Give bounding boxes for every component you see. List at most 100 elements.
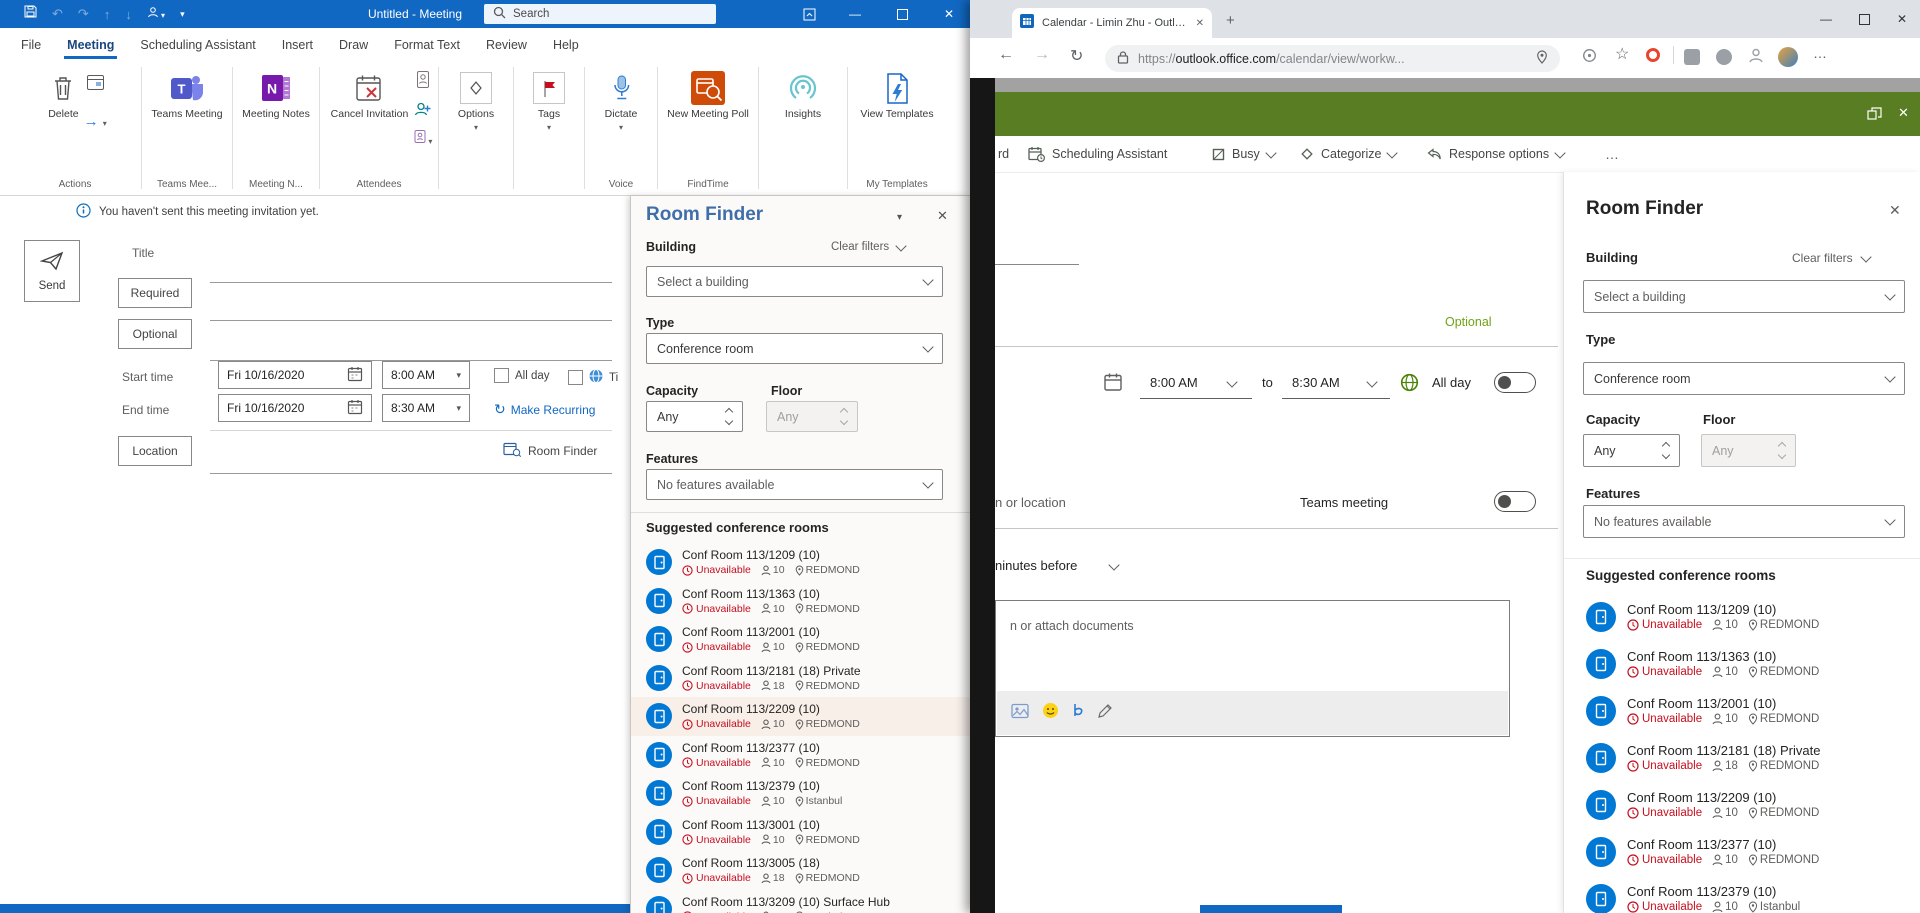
start-time-dropdown[interactable]: 8:00 AM ▾ xyxy=(382,361,470,389)
panel-close-icon[interactable]: ✕ xyxy=(937,208,948,224)
profile-extension-icon[interactable] xyxy=(1748,47,1764,69)
new-meeting-poll-button[interactable]: New Meeting Poll xyxy=(662,63,754,179)
browser-tab[interactable]: Calendar - Limin Zhu - Outlook ✕ xyxy=(1012,8,1212,38)
tab-scheduling-assistant[interactable]: Scheduling Assistant xyxy=(127,30,268,61)
room-list-item[interactable]: Conf Room 113/3209 (10) Surface Hub Unav… xyxy=(631,890,970,913)
add-contact-icon[interactable] xyxy=(414,101,431,122)
building-dropdown[interactable]: Select a building xyxy=(1583,280,1905,313)
reminder-dropdown-fragment[interactable]: ninutes before xyxy=(995,558,1077,573)
customize-qat-icon[interactable]: ▾ xyxy=(180,9,185,20)
clear-filters-button[interactable]: Clear filters xyxy=(1792,250,1872,265)
room-list-item[interactable]: Conf Room 113/2001 (10) Unavailable 10 R… xyxy=(1564,687,1920,734)
room-finder-toggle-button[interactable]: Room Finder xyxy=(503,441,597,461)
room-list-item[interactable]: Conf Room 113/2181 (18) Private Unavaila… xyxy=(631,659,970,698)
room-list-item[interactable]: Conf Room 113/3001 (10) Unavailable 10 R… xyxy=(631,813,970,852)
browser-close-button[interactable]: ✕ xyxy=(1892,4,1912,34)
tab-draw[interactable]: Draw xyxy=(326,30,381,61)
up-arrow-icon[interactable]: ↑ xyxy=(104,7,111,22)
contact-icon[interactable]: ▾ xyxy=(147,5,165,23)
favorites-star-icon[interactable]: ☆ xyxy=(1615,44,1629,64)
calendar-small-icon[interactable] xyxy=(86,73,105,97)
chevron-down-icon[interactable] xyxy=(1108,559,1120,571)
room-list-item[interactable]: Conf Room 113/2379 (10) Unavailable 10 I… xyxy=(631,774,970,813)
forward-icon[interactable]: → ▾ xyxy=(84,113,107,130)
site-info-icon[interactable] xyxy=(1582,48,1597,68)
search-input[interactable]: Search xyxy=(484,4,716,24)
tab-help[interactable]: Help xyxy=(540,30,592,61)
new-tab-button[interactable]: + xyxy=(1226,12,1235,29)
red-extension-icon[interactable] xyxy=(1646,48,1660,62)
close-event-icon[interactable]: ✕ xyxy=(1898,105,1909,121)
all-day-checkbox[interactable]: All day xyxy=(494,368,550,383)
description-editor[interactable]: n or attach documents xyxy=(995,600,1510,737)
dictate-button[interactable]: Dictate ▾ xyxy=(600,63,643,179)
room-list-item[interactable]: Conf Room 113/2379 (10) Unavailable 10 I… xyxy=(1564,875,1920,913)
delete-button[interactable]: Delete xyxy=(43,63,83,179)
features-dropdown[interactable]: No features available xyxy=(646,469,943,500)
room-list-item[interactable]: Conf Room 113/2377 (10) Unavailable 10 R… xyxy=(631,736,970,775)
send-button[interactable]: Send xyxy=(24,240,80,302)
optional-attendees-link[interactable]: Optional xyxy=(1445,315,1492,329)
tab-review[interactable]: Review xyxy=(473,30,540,61)
scheduling-assistant-button[interactable]: Scheduling Assistant xyxy=(1028,136,1167,172)
cancel-invitation-button[interactable]: Cancel Invitation xyxy=(326,63,414,179)
ribbon-display-options-icon[interactable] xyxy=(800,0,818,28)
room-list-item[interactable]: Conf Room 113/2001 (10) Unavailable 10 R… xyxy=(631,620,970,659)
capacity-spinner[interactable]: Any xyxy=(1583,434,1680,467)
room-list-item[interactable]: Conf Room 113/3005 (18) Unavailable 18 R… xyxy=(631,851,970,890)
make-recurring-link[interactable]: ↻ Make Recurring xyxy=(494,401,595,418)
panel-menu-icon[interactable]: ▾ xyxy=(897,212,902,223)
room-list-item[interactable]: Conf Room 113/2209 (10) Unavailable 10 R… xyxy=(1564,781,1920,828)
down-arrow-icon[interactable]: ↓ xyxy=(125,7,132,22)
teams-meeting-toggle[interactable] xyxy=(1494,491,1536,512)
room-list-item[interactable]: Conf Room 113/1363 (10) Unavailable 10 R… xyxy=(1564,640,1920,687)
options-button[interactable]: Options ▾ xyxy=(453,63,499,179)
close-button[interactable]: ✕ xyxy=(940,0,958,28)
timezone-globe-icon[interactable] xyxy=(1400,373,1419,397)
emoji-icon[interactable] xyxy=(1042,702,1059,724)
browser-maximize-button[interactable] xyxy=(1854,4,1874,34)
room-list-item[interactable]: Conf Room 113/1209 (10) Unavailable 10 R… xyxy=(631,543,970,582)
chevron-down-icon[interactable] xyxy=(1226,376,1238,388)
end-date-picker[interactable]: Fri 10/16/2020 xyxy=(218,394,372,422)
busy-dropdown[interactable]: Busy xyxy=(1212,136,1277,172)
maximize-button[interactable] xyxy=(893,0,911,28)
account-avatar[interactable] xyxy=(1778,47,1798,67)
image-icon[interactable] xyxy=(1011,703,1030,724)
collections-extension-icon[interactable] xyxy=(1716,49,1732,70)
back-icon[interactable]: ← xyxy=(998,46,1014,64)
tab-close-icon[interactable]: ✕ xyxy=(1196,18,1204,29)
browser-minimize-button[interactable]: — xyxy=(1816,4,1836,34)
pen-icon[interactable] xyxy=(1097,703,1113,724)
tags-button[interactable]: Tags ▾ xyxy=(528,63,570,179)
start-date-picker[interactable]: Fri 10/16/2020 xyxy=(218,361,372,389)
more-options-icon[interactable]: … xyxy=(1605,136,1619,172)
spinner-arrows-icon[interactable] xyxy=(724,407,734,426)
room-list-item[interactable]: Conf Room 113/1363 (10) Unavailable 10 R… xyxy=(631,582,970,621)
teams-meeting-button[interactable]: T Teams Meeting xyxy=(146,63,227,179)
features-dropdown[interactable]: No features available xyxy=(1583,505,1905,538)
meeting-notes-button[interactable]: N Meeting Notes xyxy=(237,63,315,179)
building-dropdown[interactable]: Select a building xyxy=(646,266,943,297)
tab-file[interactable]: File xyxy=(8,30,54,61)
reload-icon[interactable]: ↻ xyxy=(1070,46,1083,66)
undo-icon[interactable]: ↶ xyxy=(52,6,63,22)
chevron-down-icon[interactable] xyxy=(1366,376,1378,388)
panel-close-icon[interactable]: ✕ xyxy=(1889,202,1901,219)
tab-format-text[interactable]: Format Text xyxy=(381,30,473,61)
address-bar[interactable]: https://outlook.office.com/calendar/view… xyxy=(1105,45,1560,72)
required-input[interactable] xyxy=(210,320,612,321)
spinner-arrows-icon[interactable] xyxy=(1661,441,1671,460)
title-input[interactable] xyxy=(210,282,612,283)
response-options-dropdown[interactable]: Response options xyxy=(1427,136,1566,172)
end-time-dropdown[interactable]: 8:30 AM ▾ xyxy=(382,394,470,422)
room-list-item[interactable]: Conf Room 113/1209 (10) Unavailable 10 R… xyxy=(1564,593,1920,640)
minimize-button[interactable]: — xyxy=(846,0,864,28)
popout-icon[interactable] xyxy=(1867,107,1882,125)
all-day-toggle[interactable] xyxy=(1494,372,1536,393)
room-list-item[interactable]: Conf Room 113/2209 (10) Unavailable 10 R… xyxy=(631,697,970,736)
categorize-dropdown[interactable]: Categorize xyxy=(1300,136,1399,172)
redo-icon[interactable]: ↷ xyxy=(78,6,89,22)
capacity-spinner[interactable]: Any xyxy=(646,401,743,432)
time-zones-checkbox[interactable]: Ti xyxy=(568,368,618,387)
